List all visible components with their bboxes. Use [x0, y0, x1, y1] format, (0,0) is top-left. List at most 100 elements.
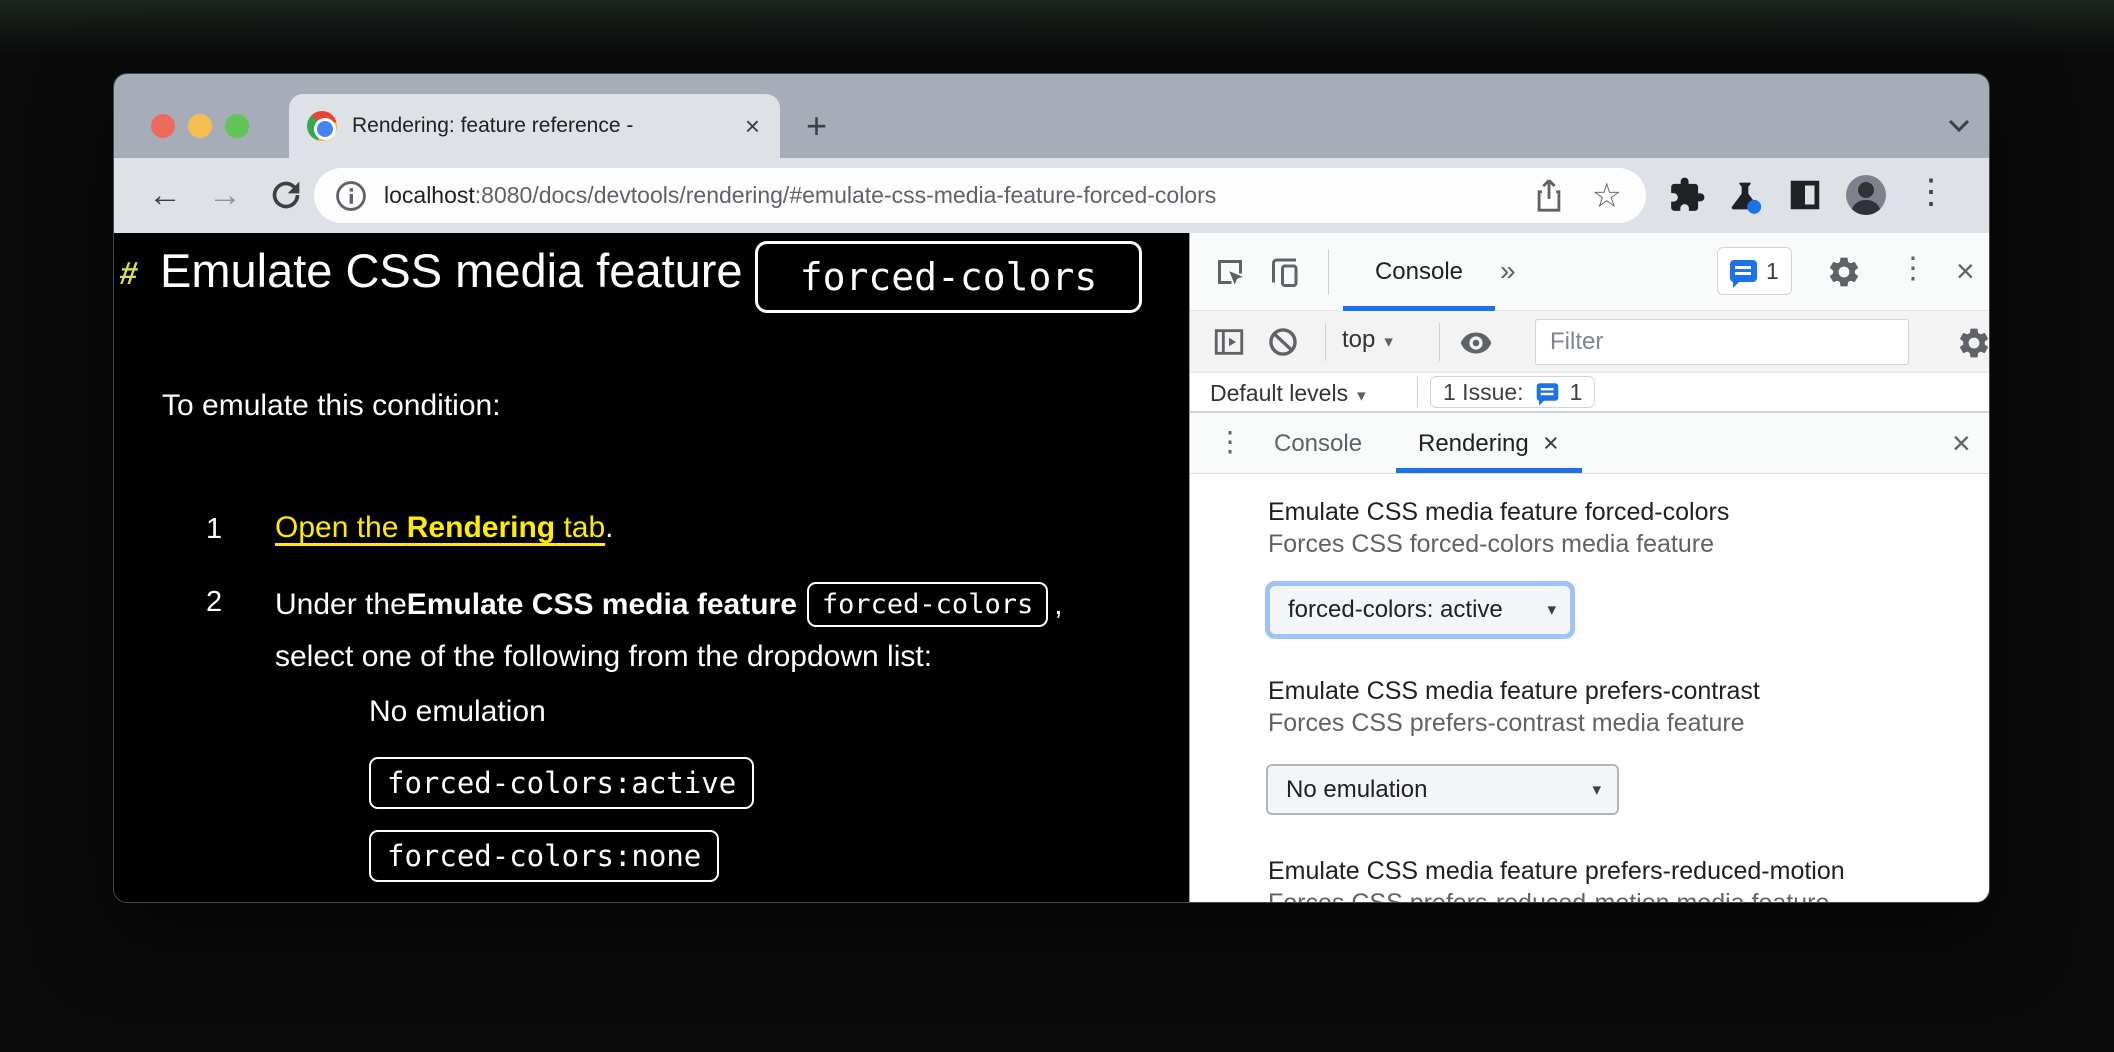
issues-bubble-icon [1730, 260, 1757, 282]
page-title-code: forced-colors [755, 241, 1142, 313]
divider [1328, 249, 1329, 295]
rendering-panel: Emulate CSS media feature forced-colors … [1190, 474, 1989, 902]
divider [1417, 377, 1418, 407]
setting-subtitle: Forces CSS prefers-reduced-motion media … [1268, 889, 1829, 902]
inspect-element-icon[interactable] [1212, 254, 1248, 290]
browser-tab[interactable]: Rendering: feature reference - × [289, 94, 780, 158]
console-settings-gear-icon[interactable] [1956, 325, 1990, 361]
issues-counter-button[interactable]: 1 [1717, 247, 1792, 295]
console-sidebar-toggle-icon[interactable] [1212, 325, 1246, 359]
caret-down-icon: ▾ [1384, 332, 1393, 351]
share-icon[interactable] [1532, 177, 1566, 215]
link-text: Open the [275, 511, 407, 544]
step-1: Open the Rendering tab. [275, 511, 614, 545]
address-bar[interactable]: localhost:8080/docs/devtools/rendering/#… [314, 168, 1646, 223]
issue-count-button[interactable]: 1 Issue: 1 [1430, 376, 1595, 408]
step-2-bold: Emulate CSS media feature [407, 588, 797, 622]
intro-text: To emulate this condition: [162, 389, 501, 423]
chrome-favicon-icon [307, 111, 337, 141]
rendering-tab-close-icon[interactable]: × [1543, 428, 1559, 459]
desktop-backdrop: Rendering: feature reference - × + ← → l… [0, 0, 2114, 1052]
zoom-window-button[interactable] [225, 114, 249, 138]
javascript-context-dropdown[interactable]: top ▾ [1342, 326, 1393, 354]
tab-title: Rendering: feature reference - [352, 114, 741, 138]
drawer-tab-rendering[interactable]: Rendering [1418, 413, 1529, 474]
close-window-button[interactable] [151, 114, 175, 138]
new-tab-button[interactable]: + [806, 108, 827, 144]
option-forced-colors-none: forced-colors:none [369, 830, 719, 882]
clear-console-icon[interactable] [1266, 325, 1300, 359]
caret-down-icon: ▾ [1357, 386, 1366, 405]
settings-gear-icon[interactable] [1826, 254, 1862, 290]
tab-close-icon[interactable]: × [741, 111, 764, 141]
chevron-down-icon[interactable] [1946, 116, 1972, 134]
context-label: top [1342, 326, 1375, 353]
browser-toolbar: ← → localhost:8080/docs/devtools/renderi… [114, 158, 1989, 233]
setting-subtitle: Forces CSS forced-colors media feature [1268, 530, 1714, 559]
heading-anchor-icon[interactable]: # [117, 255, 140, 292]
select-value: forced-colors: active [1288, 596, 1503, 624]
setting-subtitle: Forces CSS prefers-contrast media featur… [1268, 709, 1745, 738]
tab-console-main[interactable]: Console [1343, 233, 1495, 311]
devtools-close-icon[interactable]: × [1956, 255, 1975, 287]
live-expression-eye-icon[interactable] [1458, 325, 1494, 361]
list-number-2: 2 [206, 586, 222, 619]
back-button[interactable]: ← [148, 176, 182, 214]
forward-button[interactable]: → [208, 176, 242, 214]
step-2-text: Under the [275, 588, 407, 622]
drawer-close-icon[interactable]: × [1952, 427, 1971, 459]
rendering-tab-link[interactable]: Open the Rendering tab [275, 511, 605, 544]
issues-count: 1 [1766, 258, 1779, 285]
link-text: tab [555, 511, 605, 544]
site-info-icon[interactable] [334, 179, 368, 213]
experiments-flask-icon[interactable] [1725, 176, 1765, 216]
drawer-menu-dots-icon[interactable]: ⋮ [1216, 425, 1244, 458]
tab-title-fade [691, 114, 741, 138]
browser-window: Rendering: feature reference - × + ← → l… [113, 73, 1990, 903]
tab-console-label: Console [1375, 258, 1463, 286]
browser-menu-dots-icon[interactable]: ⋮ [1914, 172, 1948, 212]
tab-strip: Rendering: feature reference - × + [114, 74, 1989, 158]
more-tabs-icon[interactable]: » [1500, 255, 1516, 287]
device-toolbar-icon[interactable] [1266, 254, 1302, 290]
bookmark-star-icon[interactable]: ☆ [1592, 179, 1622, 213]
tab-title-text: Rendering: feature reference - [352, 114, 633, 137]
step-2-line-2: select one of the following from the dro… [275, 640, 932, 674]
active-drawer-tab-underline [1396, 468, 1582, 473]
profile-avatar[interactable] [1846, 175, 1886, 215]
divider [1439, 323, 1440, 361]
divider [1325, 323, 1326, 361]
issues-bubble-icon [1536, 383, 1558, 401]
period: . [605, 511, 613, 544]
setting-title: Emulate CSS media feature prefers-reduce… [1268, 857, 1845, 886]
default-levels-dropdown[interactable]: Default levels ▾ [1210, 380, 1366, 407]
console-levels-row: Default levels ▾ 1 Issue: 1 [1190, 373, 1989, 413]
setting-title: Emulate CSS media feature forced-colors [1268, 498, 1729, 527]
levels-label: Default levels [1210, 380, 1348, 406]
devtools-panel: Console » 1 ⋮ × [1189, 233, 1989, 902]
devtools-menu-dots-icon[interactable]: ⋮ [1898, 251, 1928, 286]
prefers-contrast-select[interactable]: No emulation ▾ [1266, 764, 1619, 815]
url-host: localhost [384, 182, 475, 208]
window-content: # Emulate CSS media feature forced-color… [114, 233, 1989, 902]
list-number-1: 1 [206, 513, 222, 546]
drawer-tabbar: ⋮ Console Rendering × × [1190, 413, 1989, 474]
issue-label: 1 Issue: [1443, 379, 1524, 406]
issue-count: 1 [1570, 379, 1583, 406]
minimize-window-button[interactable] [188, 114, 212, 138]
caret-down-icon: ▾ [1547, 600, 1556, 620]
url-path: :8080/docs/devtools/rendering/#emulate-c… [475, 182, 1216, 208]
link-text-bold: Rendering [407, 511, 555, 544]
side-panel-icon[interactable] [1786, 176, 1824, 214]
drawer-tab-console[interactable]: Console [1274, 413, 1362, 474]
option-forced-colors-active: forced-colors:active [369, 757, 754, 809]
forced-colors-select[interactable]: forced-colors: active ▾ [1265, 581, 1575, 639]
caret-down-icon: ▾ [1592, 780, 1601, 800]
comma: , [1054, 588, 1062, 622]
devtools-main-tabbar: Console » 1 ⋮ × [1190, 233, 1989, 311]
reload-button[interactable] [266, 175, 306, 215]
filter-input[interactable] [1535, 319, 1909, 365]
console-toolbar: top ▾ [1190, 311, 1989, 373]
extensions-puzzle-icon[interactable] [1668, 176, 1706, 214]
step-2-line-1: Under the Emulate CSS media featureforce… [275, 582, 1063, 627]
